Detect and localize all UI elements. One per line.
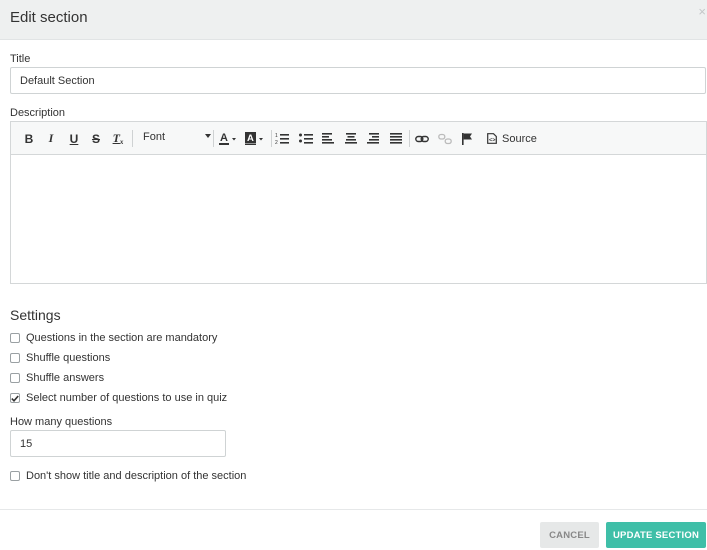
settings-heading: Settings [10,307,61,323]
strikethrough-icon[interactable]: S [89,131,103,146]
shuffle-questions-checkbox[interactable] [10,353,20,363]
remove-format-label: T [112,131,120,145]
source-label: Source [502,132,537,145]
toolbar-separator [132,130,133,147]
font-select-label: Font [143,131,166,143]
how-many-questions-input[interactable] [10,430,226,457]
shuffle-questions-checkbox-row[interactable]: Shuffle questions [10,351,110,365]
shuffle-questions-label: Shuffle questions [26,352,111,364]
close-icon[interactable]: × [698,5,706,18]
how-many-questions-label: How many questions [10,416,113,428]
toolbar-separator [213,130,214,147]
source-icon: <> [487,133,497,144]
align-center-icon[interactable] [344,131,358,146]
toolbar-separator [409,130,410,147]
align-left-icon[interactable] [321,131,335,146]
svg-text:A: A [220,132,228,144]
underline-icon[interactable]: U [67,131,81,146]
mandatory-questions-label: Questions in the section are mandatory [26,332,218,344]
align-right-icon[interactable] [366,131,380,146]
bulleted-list-icon[interactable] [299,131,313,146]
mandatory-questions-checkbox[interactable] [10,333,20,343]
svg-text:A: A [247,133,254,144]
link-icon[interactable] [415,131,429,146]
justify-icon[interactable] [389,131,403,146]
select-number-label: Select number of questions to use in qui… [26,392,228,404]
shuffle-answers-checkbox-row[interactable]: Shuffle answers [10,371,104,385]
hide-title-checkbox[interactable] [10,471,20,481]
svg-text:<>: <> [489,138,495,144]
toolbar-separator [271,130,272,147]
chevron-down-icon [205,134,211,138]
hide-title-checkbox-row[interactable]: Don't show title and description of the … [10,469,246,483]
italic-icon[interactable]: I [44,131,58,146]
update-section-button[interactable]: UPDATE SECTION [606,522,706,548]
numbered-list-icon[interactable]: 1 2 [275,131,289,146]
background-color-icon[interactable]: A [244,131,266,146]
title-label: Title [10,53,31,65]
text-color-icon[interactable]: A [218,131,238,146]
remove-format-icon[interactable]: Tx [111,131,125,146]
svg-text:2: 2 [275,140,278,145]
dialog-header: Edit section × [0,0,707,40]
select-number-checkbox-row[interactable]: Select number of questions to use in qui… [10,391,227,405]
description-label: Description [10,107,66,119]
mandatory-questions-checkbox-row[interactable]: Questions in the section are mandatory [10,331,217,345]
description-editor: B I U S Tx Font A A 1 2 <> Source [10,121,707,284]
font-select[interactable]: Font [139,130,211,147]
source-button[interactable]: <> Source [487,131,537,146]
select-number-checkbox[interactable] [10,393,20,403]
shuffle-answers-checkbox[interactable] [10,373,20,383]
editor-content-area[interactable] [11,156,706,284]
checkmark-icon [11,394,19,402]
anchor-flag-icon[interactable] [460,131,474,146]
svg-text:1: 1 [275,133,278,139]
title-input[interactable] [10,67,706,94]
cancel-button[interactable]: CANCEL [540,522,599,548]
footer-divider [0,509,707,510]
editor-toolbar: B I U S Tx Font A A 1 2 <> Source [11,122,706,155]
shuffle-answers-label: Shuffle answers [26,372,105,384]
unlink-icon[interactable] [438,131,452,146]
dialog-title: Edit section [10,9,88,26]
hide-title-label: Don't show title and description of the … [26,470,247,482]
bold-icon[interactable]: B [22,131,36,146]
